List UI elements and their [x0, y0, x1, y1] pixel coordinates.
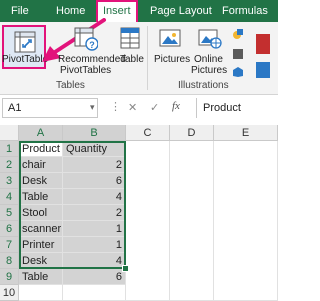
row-header[interactable]: 10 — [0, 285, 19, 301]
svg-text:?: ? — [89, 40, 95, 50]
enter-icon[interactable]: ✓ — [150, 101, 159, 114]
row-header[interactable]: 6 — [0, 221, 19, 237]
fill-handle[interactable] — [122, 265, 129, 272]
smartart-icon[interactable] — [256, 34, 270, 54]
empty-cells-d[interactable] — [170, 141, 214, 301]
table-cell-product[interactable]: chair — [19, 157, 63, 173]
table-cell-quantity[interactable]: 1 — [63, 221, 126, 237]
column-header-a[interactable]: A — [19, 125, 63, 141]
online-pictures-line2: Pictures — [191, 65, 228, 76]
table-cell-quantity[interactable]: 6 — [63, 269, 126, 285]
recommended-pivot-icon: ? — [74, 27, 98, 51]
table-cell-product[interactable]: Stool — [19, 205, 63, 221]
screenshot-icon[interactable] — [256, 62, 270, 78]
table-cell-quantity[interactable]: 4 — [63, 253, 126, 269]
table-cell-product[interactable]: Table — [19, 269, 63, 285]
row-header[interactable]: 2 — [0, 157, 19, 173]
table-cell-product[interactable]: scanner — [19, 221, 63, 237]
pictures-icon — [159, 29, 181, 47]
name-box[interactable]: A1 — [2, 98, 98, 118]
tab-file[interactable]: File — [11, 0, 29, 22]
shapes-icon[interactable] — [232, 28, 244, 40]
empty-cell-a10[interactable] — [19, 285, 63, 301]
table-cell-product[interactable]: Printer — [19, 237, 63, 253]
online-pictures-icon — [198, 29, 222, 49]
select-all-corner[interactable] — [0, 125, 19, 141]
pictures-button[interactable]: Pictures — [152, 25, 191, 75]
row-header[interactable]: 7 — [0, 237, 19, 253]
group-label-tables: Tables — [56, 80, 85, 91]
name-box-dropdown-icon[interactable]: ▾ — [90, 102, 95, 113]
empty-cells-c[interactable] — [126, 141, 170, 301]
tab-formulas[interactable]: Formulas — [222, 0, 268, 22]
recommended-pivottables-button[interactable]: ? Recommended PivotTables — [56, 25, 126, 85]
table-cell-quantity[interactable]: 2 — [63, 157, 126, 173]
table-cell-quantity[interactable]: 6 — [63, 173, 126, 189]
table-cell-product[interactable]: Table — [19, 189, 63, 205]
row-header[interactable]: 5 — [0, 205, 19, 221]
online-pictures-button[interactable]: Online Pictures — [190, 25, 228, 85]
empty-cells-e[interactable] — [214, 141, 278, 301]
table-icon — [120, 27, 140, 49]
table-label: Table — [120, 54, 144, 65]
fx-icon[interactable]: fx — [172, 100, 180, 112]
column-header-d[interactable]: D — [170, 125, 214, 141]
cell-a1[interactable]: Product — [19, 141, 63, 157]
table-cell-quantity[interactable]: 4 — [63, 189, 126, 205]
tab-page-layout[interactable]: Page Layout — [150, 0, 212, 22]
column-header-c[interactable]: C — [126, 125, 170, 141]
table-cell-quantity[interactable]: 1 — [63, 237, 126, 253]
more-options-icon: ⋮ — [110, 101, 121, 113]
table-cell-product[interactable]: Desk — [19, 173, 63, 189]
table-cell-quantity[interactable]: 2 — [63, 205, 126, 221]
empty-cell-b10[interactable] — [63, 285, 126, 301]
formula-bar: A1 ▾ ⋮ ✕ ✓ fx Product — [0, 98, 278, 120]
row-header[interactable]: 3 — [0, 173, 19, 189]
table-cell-product[interactable]: Desk — [19, 253, 63, 269]
pictures-label: Pictures — [154, 54, 191, 65]
column-header-b[interactable]: B — [63, 125, 126, 141]
formula-buttons: ⋮ ✕ ✓ fx — [100, 98, 190, 118]
cell-b1[interactable]: Quantity — [63, 141, 126, 157]
column-header-e[interactable]: E — [214, 125, 278, 141]
row-header[interactable]: 8 — [0, 253, 19, 269]
cancel-icon[interactable]: ✕ — [128, 101, 137, 114]
row-header[interactable]: 4 — [0, 189, 19, 205]
ribbon-separator — [147, 26, 148, 90]
row-header[interactable]: 9 — [0, 269, 19, 285]
ribbon: PivotTable ? Recommended PivotTables Tab… — [0, 18, 278, 95]
table-button[interactable]: Table — [116, 25, 144, 75]
online-pictures-line1: Online — [194, 54, 223, 65]
worksheet-grid[interactable]: A B C D E 1 2 3 4 5 6 7 8 9 10 Product Q… — [0, 125, 278, 301]
3d-models-icon[interactable] — [232, 66, 244, 78]
recommended-label-line2: PivotTables — [60, 65, 112, 76]
group-label-illustrations: Illustrations — [178, 80, 229, 91]
icons-icon[interactable] — [232, 48, 244, 60]
row-header[interactable]: 1 — [0, 141, 19, 157]
formula-input[interactable]: Product — [196, 98, 285, 118]
